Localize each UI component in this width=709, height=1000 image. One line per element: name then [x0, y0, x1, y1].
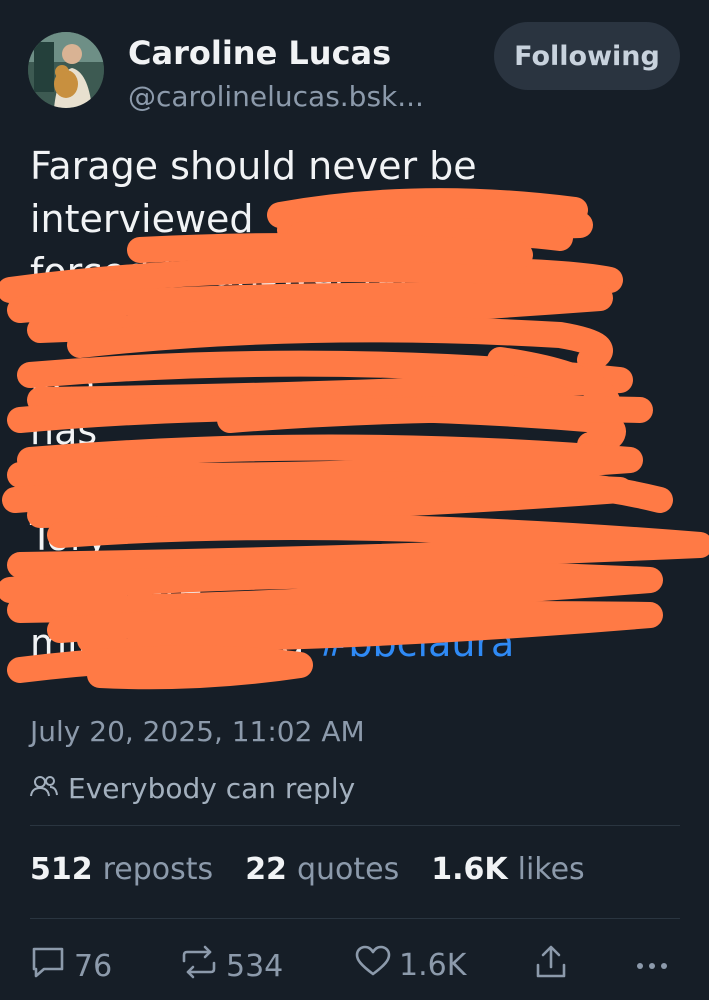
post-line: Farage should never be — [30, 144, 477, 188]
author-handle[interactable]: @carolinelucas.bsk... — [128, 80, 488, 113]
like-button[interactable]: 1.6K — [355, 945, 466, 985]
like-icon — [355, 945, 391, 985]
repost-button[interactable]: 534 — [180, 945, 283, 987]
likes-stat[interactable]: 1.6K likes — [431, 852, 584, 887]
divider — [30, 918, 680, 919]
action-bar: 76 534 1.6K — [30, 945, 680, 993]
reposts-stat[interactable]: 512 reposts — [30, 852, 213, 887]
reply-icon — [30, 945, 66, 987]
author-name[interactable]: Caroline Lucas — [128, 34, 391, 72]
likes-label: likes — [517, 852, 585, 887]
post-stats: 512 reposts 22 quotes 1.6K likes — [30, 852, 585, 887]
share-icon — [535, 945, 567, 987]
post-line: interviewed — [30, 197, 254, 241]
divider — [30, 825, 680, 826]
post-timestamp: July 20, 2025, 11:02 AM — [30, 715, 365, 748]
like-count: 1.6K — [399, 947, 467, 983]
quotes-count: 22 — [245, 852, 287, 887]
post-line: has — [30, 409, 98, 453]
likes-count: 1.6K — [431, 852, 508, 887]
reply-setting-label: Everybody can reply — [68, 771, 356, 805]
quotes-stat[interactable]: 22 quotes — [245, 852, 399, 887]
repost-count: 534 — [226, 948, 284, 984]
reply-button[interactable]: 76 — [30, 945, 112, 987]
post-line: of — [30, 303, 67, 347]
post-line-last: mind-boggling #bbclaura — [30, 617, 680, 670]
post-line-text: mind-boggling — [30, 621, 305, 665]
more-icon — [634, 945, 670, 980]
reply-count: 76 — [74, 948, 113, 984]
hashtag-link[interactable]: #bbclaura — [317, 621, 515, 665]
avatar-image — [28, 32, 104, 108]
post-line: Tory — [30, 515, 109, 559]
following-button[interactable]: Following — [494, 22, 680, 90]
avatar[interactable] — [28, 32, 104, 108]
reply-setting[interactable]: Everybody can reply — [30, 770, 355, 806]
post-line: be truste — [30, 568, 203, 612]
post-text: Farage should never be interviewed force… — [30, 140, 680, 670]
people-icon — [30, 772, 58, 805]
post-line: forced to answer for failures — [30, 250, 566, 294]
quotes-label: quotes — [296, 852, 400, 887]
more-options-button[interactable] — [634, 945, 670, 980]
post-header: Caroline Lucas @carolinelucas.bsk... Fol… — [28, 22, 680, 113]
reposts-count: 512 — [30, 852, 93, 887]
share-button[interactable] — [535, 945, 567, 987]
post-line: lies — [30, 356, 95, 400]
post-line: Liz Truss budget — [30, 462, 338, 506]
repost-icon — [180, 945, 218, 987]
reposts-label: reposts — [102, 852, 214, 887]
